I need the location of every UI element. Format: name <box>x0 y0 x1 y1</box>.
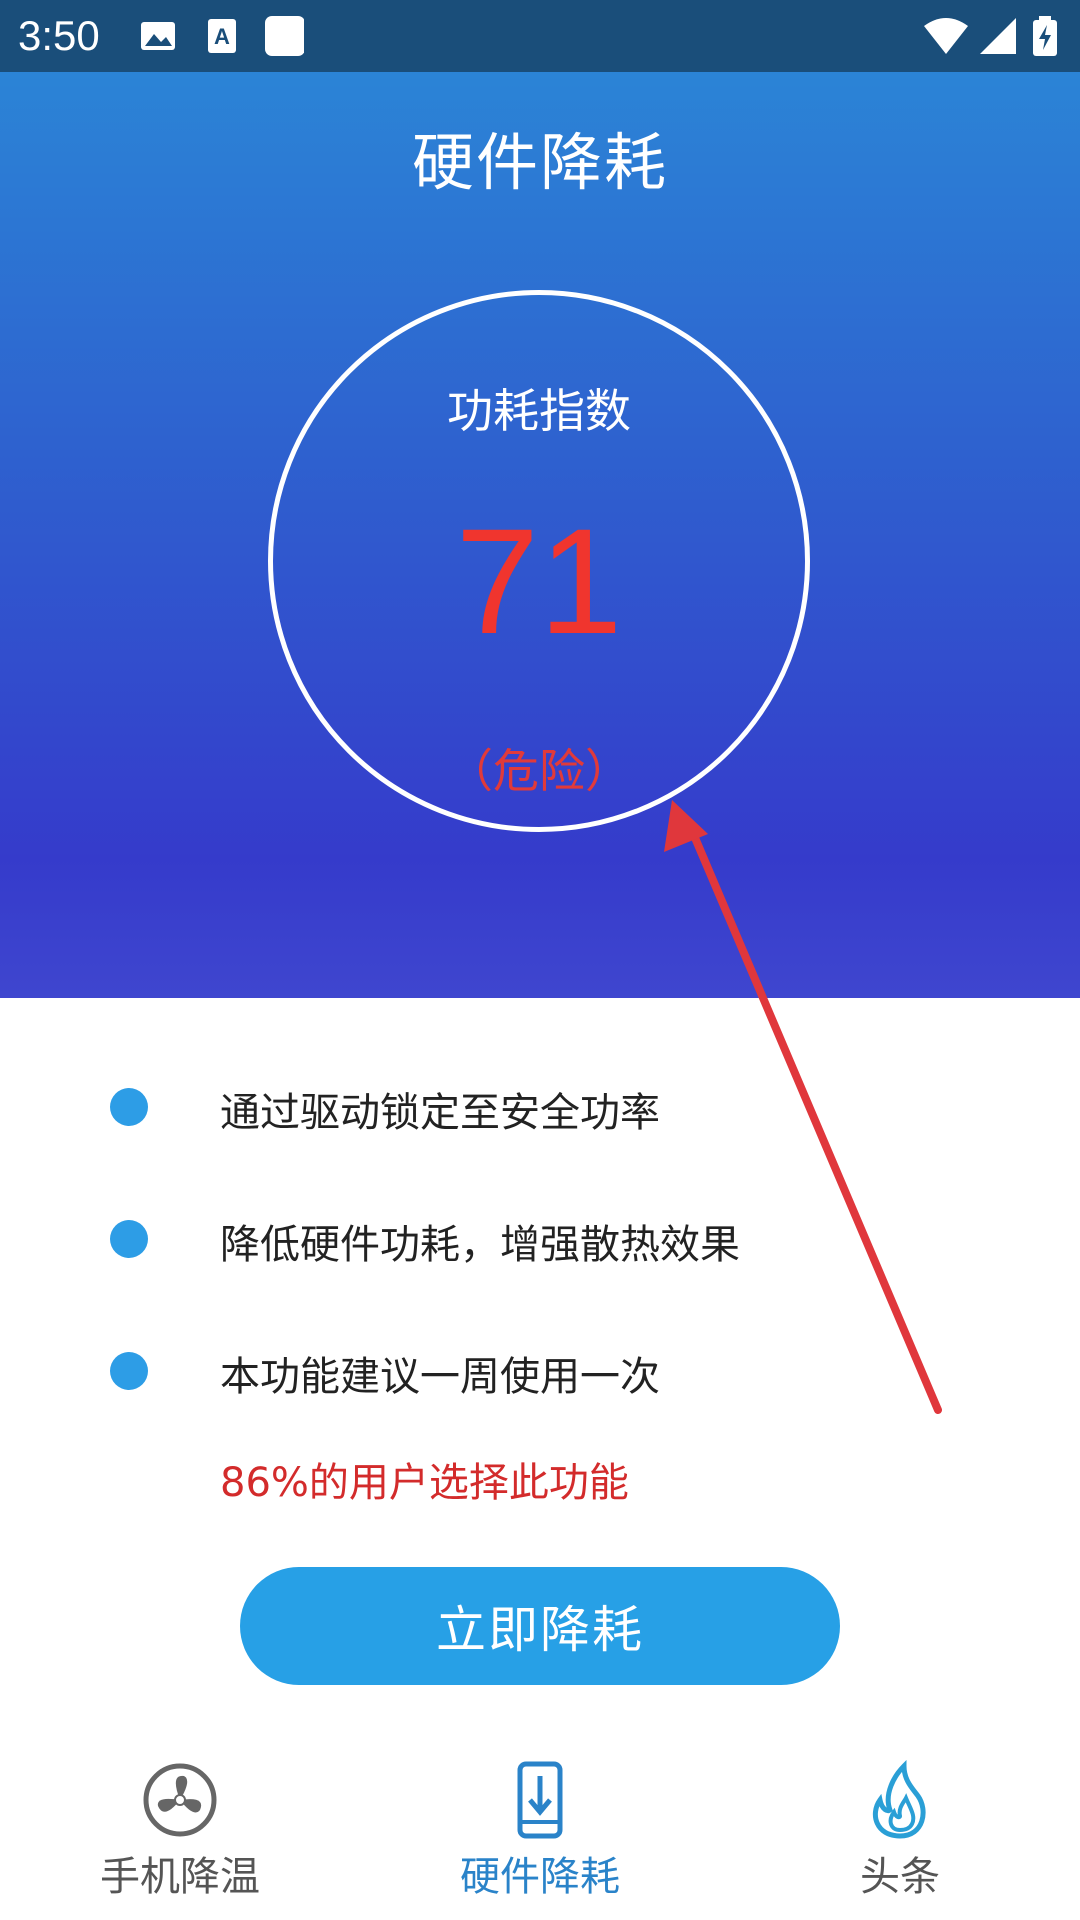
nav-label: 手机降温 <box>100 1854 260 1900</box>
flame-icon <box>872 1760 926 1839</box>
bullet-dot-icon <box>110 1220 148 1258</box>
image-icon <box>141 22 175 50</box>
reduce-power-button[interactable]: 立即降耗 <box>240 1567 840 1685</box>
power-index-gauge: 功耗指数 71 （危险） <box>268 290 810 832</box>
nav-item-headlines[interactable]: 头条 <box>720 1740 1080 1920</box>
nav-label: 硬件降耗 <box>460 1854 620 1900</box>
status-time: 3:50 <box>18 12 100 59</box>
phone-download-icon <box>517 1761 563 1839</box>
list-item: 降低硬件功耗，增强散热效果 <box>0 1202 1080 1272</box>
status-bar: 3:50 A <box>0 0 1080 72</box>
nav-item-phone-cooling[interactable]: 手机降温 <box>0 1740 360 1920</box>
feature-text: 本功能建议一周使用一次 <box>220 1354 660 1400</box>
bottom-nav: 手机降温 硬件降耗 头条 <box>0 1740 1080 1920</box>
bullet-dot-icon <box>110 1088 148 1126</box>
battery-icon <box>1033 16 1057 56</box>
list-item: 通过驱动锁定至安全功率 <box>0 1070 1080 1140</box>
svg-text:A: A <box>214 24 230 49</box>
signal-icon <box>980 18 1016 54</box>
gauge-label: 功耗指数 <box>447 384 631 438</box>
nav-item-hardware-power[interactable]: 硬件降耗 <box>360 1740 720 1920</box>
hero-section: 硬件降耗 功耗指数 71 （危险） <box>0 72 1080 998</box>
feature-text: 降低硬件功耗，增强散热效果 <box>220 1222 740 1268</box>
bullet-dot-icon <box>110 1352 148 1390</box>
list-item: 本功能建议一周使用一次 <box>0 1334 1080 1404</box>
gauge-value: 71 <box>455 497 623 665</box>
fan-icon <box>143 1763 217 1837</box>
page-title: 硬件降耗 <box>411 126 668 199</box>
user-stat-text: 86%的用户选择此功能 <box>220 1460 629 1506</box>
notification-square-icon <box>265 16 304 56</box>
feature-text: 通过驱动锁定至安全功率 <box>220 1090 660 1136</box>
nav-label: 头条 <box>860 1854 940 1900</box>
wifi-icon <box>924 18 968 54</box>
gauge-status: （危险） <box>447 744 631 798</box>
text-a-icon: A <box>208 19 236 53</box>
